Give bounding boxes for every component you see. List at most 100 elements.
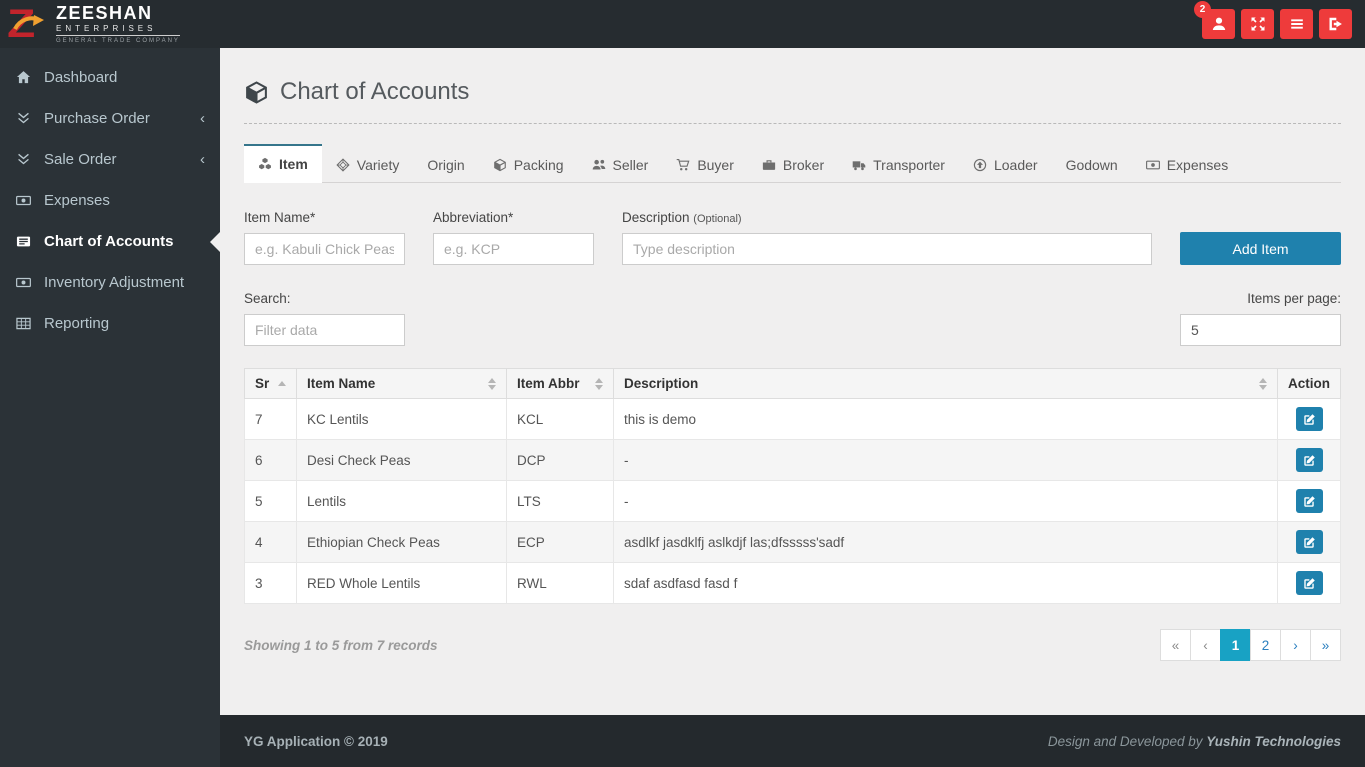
column-header-description[interactable]: Description [614, 369, 1278, 399]
brand-subtitle: ENTERPRISES [56, 24, 180, 36]
edit-icon [1303, 536, 1316, 549]
grid-icon [15, 316, 32, 331]
cell-description: - [614, 481, 1278, 522]
pagination-next[interactable]: › [1280, 629, 1311, 661]
edit-item-button[interactable] [1296, 489, 1323, 513]
sidebar-item-label: Inventory Adjustment [44, 274, 184, 291]
dashed-divider [244, 123, 1341, 124]
logout-button[interactable] [1319, 9, 1352, 39]
tab-godown[interactable]: Godown [1052, 144, 1132, 183]
sidebar-item-label: Expenses [44, 192, 110, 209]
edit-icon [1303, 577, 1316, 590]
tab-variety[interactable]: Variety [322, 144, 414, 183]
sidebar-item-label: Sale Order [44, 151, 117, 168]
edit-icon [1303, 495, 1316, 508]
search-row: Search: Items per page: [244, 291, 1341, 346]
cell-description: - [614, 440, 1278, 481]
chevron-left-icon: ‹ [200, 110, 205, 127]
page-title: Chart of Accounts [280, 78, 469, 106]
sidebar-item-inventory-adjustment[interactable]: Inventory Adjustment [0, 262, 220, 303]
items-per-page-input[interactable] [1180, 314, 1341, 346]
add-item-button[interactable]: Add Item [1180, 232, 1341, 265]
cell-sr: 4 [245, 522, 297, 563]
cell-sr: 5 [245, 481, 297, 522]
sort-icon[interactable] [595, 378, 603, 390]
table-row: 3RED Whole LentilsRWLsdaf asdfasd fasd f [245, 563, 1341, 604]
fullscreen-button[interactable] [1241, 9, 1274, 39]
sidebar-item-reporting[interactable]: Reporting [0, 303, 220, 344]
menu-button[interactable] [1280, 9, 1313, 39]
table-header-row: SrItem NameItem AbbrDescriptionAction [245, 369, 1341, 399]
menu-icon [1289, 16, 1305, 32]
pagination-page-1[interactable]: 1 [1220, 629, 1251, 661]
users-icon [592, 158, 606, 172]
tab-label: Transporter [873, 157, 945, 173]
brand-logo-area[interactable]: Z ZEESHAN ENTERPRISES GENERAL TRADE COMP… [0, 0, 220, 48]
arrow-circle-up-icon [973, 158, 987, 172]
tab-buyer[interactable]: Buyer [662, 144, 748, 183]
tab-transporter[interactable]: Transporter [838, 144, 959, 183]
edit-item-button[interactable] [1296, 407, 1323, 431]
cell-item-abbr: KCL [507, 399, 614, 440]
tab-bar: ItemVarietyOrigin Packing Seller Buyer Broke… [244, 144, 1341, 183]
user-button[interactable]: 2 [1202, 9, 1235, 39]
tab-label: Broker [783, 157, 824, 173]
logout-icon [1328, 16, 1344, 32]
edit-icon [1303, 413, 1316, 426]
tab-label: Packing [514, 157, 564, 173]
pagination-last[interactable]: » [1310, 629, 1341, 661]
sidebar-item-chart-of-accounts[interactable]: Chart of Accounts [0, 221, 220, 262]
column-header-item-abbr[interactable]: Item Abbr [507, 369, 614, 399]
abbreviation-input[interactable] [433, 233, 594, 265]
search-input[interactable] [244, 314, 405, 346]
cell-item-name: Ethiopian Check Peas [297, 522, 507, 563]
tab-broker[interactable]: Broker [748, 144, 838, 183]
sort-icon[interactable] [488, 378, 496, 390]
sort-icon[interactable] [1259, 378, 1267, 390]
cell-description: sdaf asdfasd fasd f [614, 563, 1278, 604]
money-icon [15, 193, 32, 208]
cell-item-abbr: RWL [507, 563, 614, 604]
description-label: Description (Optional) [622, 210, 1152, 225]
description-input[interactable] [622, 233, 1152, 265]
tab-expenses[interactable]: Expenses [1132, 144, 1242, 183]
edit-item-button[interactable] [1296, 571, 1323, 595]
pagination-page-2[interactable]: 2 [1250, 629, 1281, 661]
sidebar-item-expenses[interactable]: Expenses [0, 180, 220, 221]
chevron-left-icon: ‹ [200, 151, 205, 168]
pagination: «‹12›» [1161, 629, 1341, 661]
tab-label: Loader [994, 157, 1038, 173]
angles-down-icon [15, 152, 32, 167]
tab-loader[interactable]: Loader [959, 144, 1052, 183]
page-header: Chart of Accounts [244, 78, 1341, 106]
edit-item-button[interactable] [1296, 530, 1323, 554]
sort-asc-icon[interactable] [278, 381, 286, 386]
sidebar-item-purchase-order[interactable]: Purchase Order‹ [0, 98, 220, 139]
column-header-item-name[interactable]: Item Name [297, 369, 507, 399]
item-name-input[interactable] [244, 233, 405, 265]
cell-item-name: Desi Check Peas [297, 440, 507, 481]
tab-label: Seller [613, 157, 649, 173]
tab-origin[interactable]: Origin [413, 144, 478, 183]
tab-seller[interactable]: Seller [578, 144, 663, 183]
pagination-prev[interactable]: ‹ [1190, 629, 1221, 661]
abbreviation-label: Abbreviation* [433, 210, 594, 225]
topbar: Z ZEESHAN ENTERPRISES GENERAL TRADE COMP… [0, 0, 1365, 48]
search-label: Search: [244, 291, 405, 306]
table-row: 4Ethiopian Check PeasECPasdlkf jasdklfj … [245, 522, 1341, 563]
item-name-label: Item Name* [244, 210, 405, 225]
column-header-sr[interactable]: Sr [245, 369, 297, 399]
table-row: 5LentilsLTS- [245, 481, 1341, 522]
edit-item-button[interactable] [1296, 448, 1323, 472]
briefcase-icon [762, 158, 776, 172]
sidebar-item-sale-order[interactable]: Sale Order ‹ [0, 139, 220, 180]
tab-packing[interactable]: Packing [479, 144, 578, 183]
content: Chart of Accounts ItemVarietyOrigin Packi… [220, 48, 1365, 715]
angles-down-icon [15, 111, 32, 126]
pagination-first[interactable]: « [1160, 629, 1191, 661]
sidebar-item-dashboard[interactable]: Dashboard [0, 57, 220, 98]
column-header-action[interactable]: Action [1278, 369, 1341, 399]
cell-description: this is demo [614, 399, 1278, 440]
tab-item[interactable]: Item [244, 144, 322, 183]
cubes-icon [258, 157, 272, 171]
